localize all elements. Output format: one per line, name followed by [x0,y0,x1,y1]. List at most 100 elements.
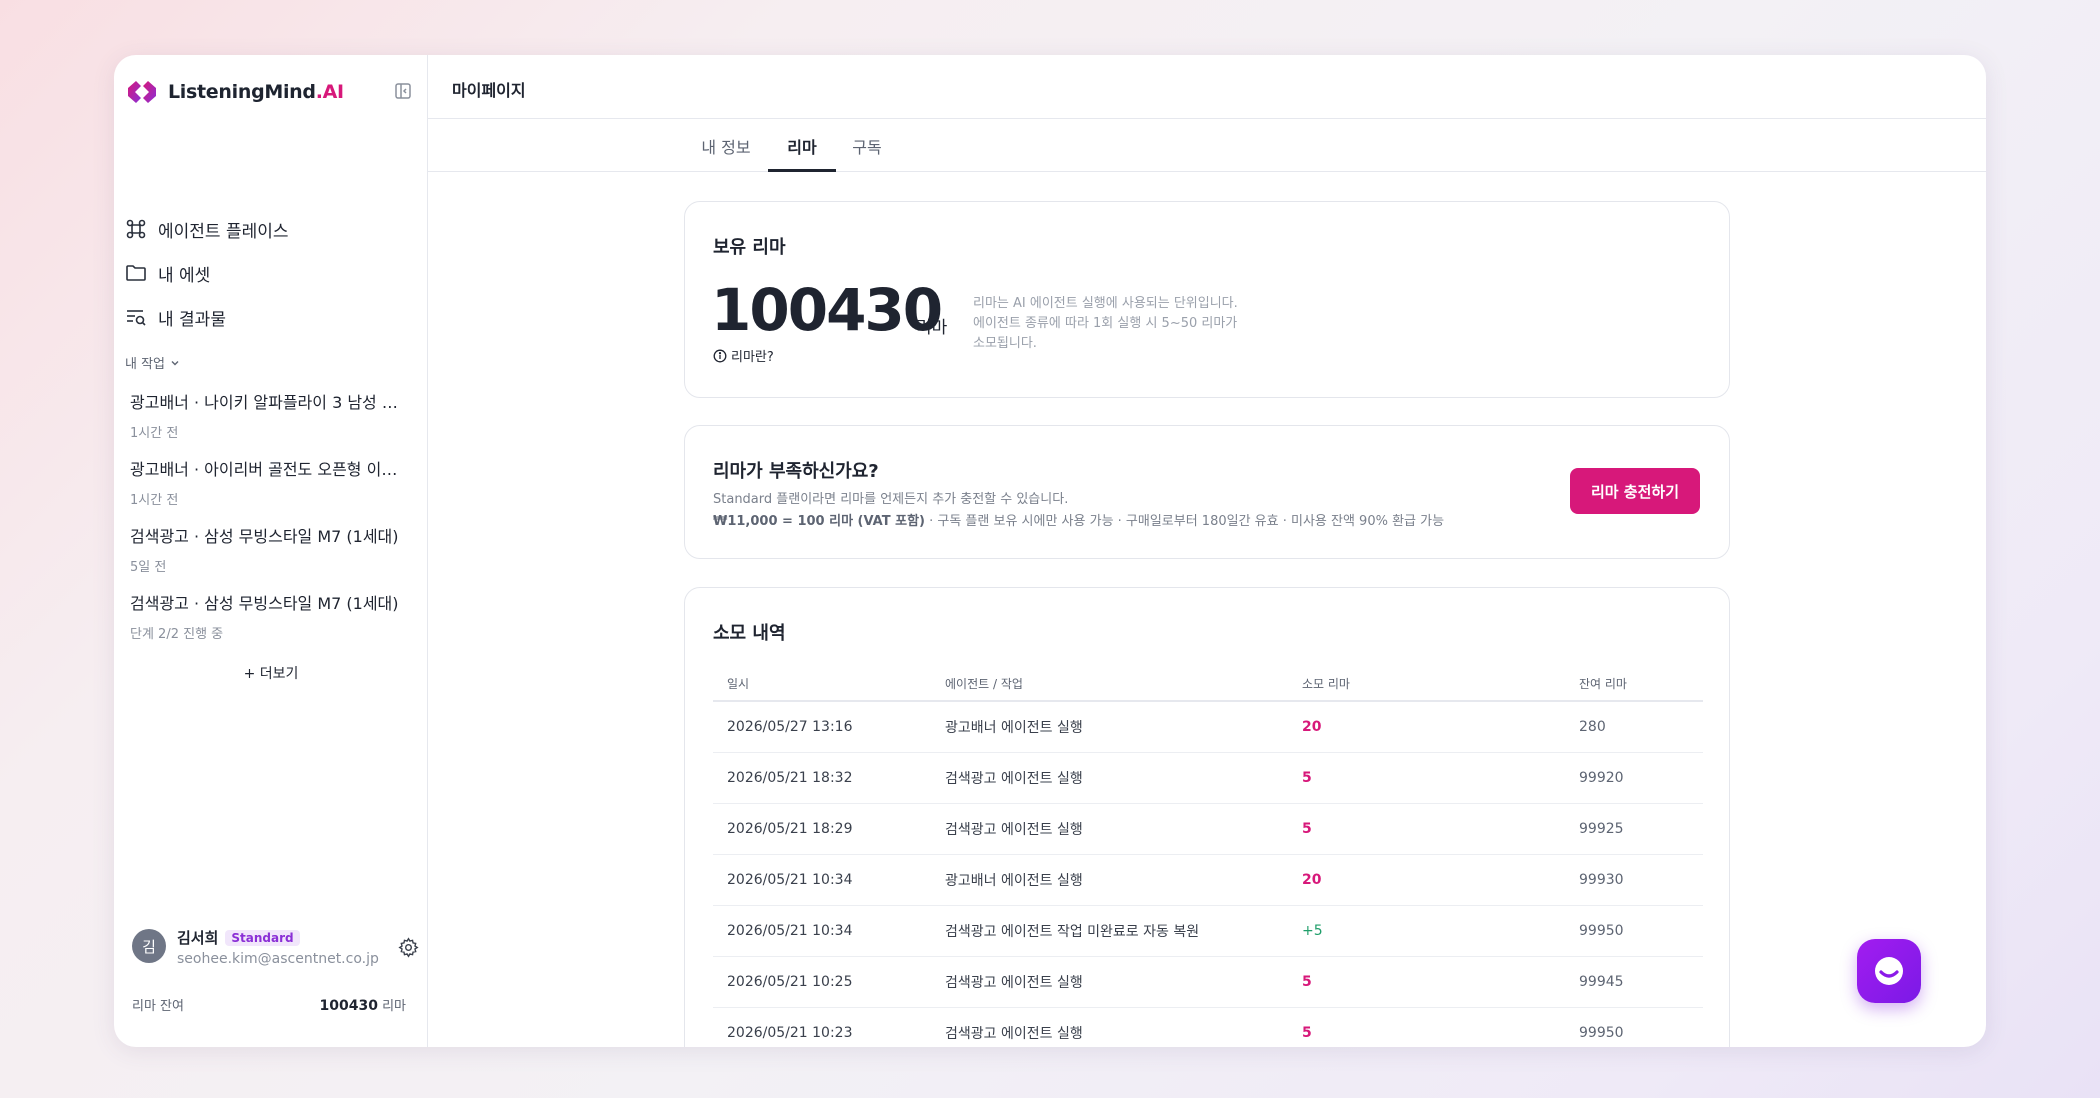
holdings-amount: 100430 [711,276,943,344]
holdings-unit: 리마 [916,318,948,338]
table-row: 2026/05/21 10:34 검색광고 에이전트 작업 미완료로 자동 복원 +… [713,905,1703,957]
folder-icon [126,265,146,281]
sidebar-item-my-assets[interactable]: 내 에셋 [125,251,289,295]
avatar[interactable]: 김 [132,929,166,963]
topup-card: 리마가 부족하신가요? Standard 플랜이라면 리마를 언제든지 추가 충… [684,425,1730,559]
cell-date: 2026/05/21 10:34 [713,854,931,906]
balance-value: 100430 [319,998,378,1014]
cell-remain: 99945 [1565,956,1703,1008]
task-title: 광고배너 · 나이키 알파플라이 3 남성 로드 레이싱화 [130,393,400,412]
charge-rima-button[interactable]: 리마 충전하기 [1570,468,1700,514]
cell-used: 5 [1288,752,1565,804]
show-more-button[interactable]: + 더보기 [114,663,428,683]
user-name-row: 김서희 Standard [177,927,300,948]
brand-ai: AI [322,81,344,103]
task-time: 단계 2/2 진행 중 [130,627,224,642]
topup-terms: · 구독 플랜 보유 시에만 사용 가능 · 구매일로부터 180일간 유효 ·… [924,514,1445,529]
info-icon [713,349,727,362]
task-time: 1시간 전 [130,426,179,441]
sidebar-item-label: 내 에셋 [158,265,211,286]
cell-task: 검색광고 에이전트 실행 [931,956,1288,1008]
cell-task: 검색광고 에이전트 작업 미완료로 자동 복원 [931,905,1288,957]
task-time: 1시간 전 [130,493,179,508]
sidebar-nav: 에이전트 플레이스 내 에셋 내 결과물 [125,207,289,339]
balance-amount: 100430 리마 [319,995,406,1014]
cell-remain: 99920 [1565,752,1703,804]
column-header-task: 에이전트 / 작업 [931,666,1288,702]
results-icon [127,310,146,326]
cell-remain: 99930 [1565,854,1703,906]
chat-button[interactable] [1857,939,1921,1003]
what-is-rima-link[interactable]: 리마란? [713,346,774,365]
history-table-body: 2026/05/27 13:16 광고배너 에이전트 실행 20 280 2026/05… [713,701,1703,1047]
topup-price: ₩11,000 = 100 리마 (VAT 포함) [713,514,925,529]
cell-task: 광고배너 에이전트 실행 [931,854,1288,906]
tab-my-info[interactable]: 내 정보 [699,134,753,172]
column-header-date: 일시 [713,666,931,702]
task-item[interactable]: 검색광고 · 삼성 무빙스타일 M7 (1세대) 5일 전 [130,523,400,590]
cell-used: +5 [1288,905,1565,957]
my-tasks-label: 내 작업 [125,357,166,372]
table-row: 2026/05/21 10:23 검색광고 에이전트 실행 5 99950 [713,1007,1703,1047]
cell-date: 2026/05/21 10:23 [713,1007,931,1047]
table-row: 2026/05/21 10:34 광고배너 에이전트 실행 20 99930 [713,854,1703,906]
cell-date: 2026/05/27 13:16 [713,701,931,753]
table-row: 2026/05/27 13:16 광고배너 에이전트 실행 20 280 [713,701,1703,753]
app-window: ListeningMind.AI 에이전트 플레이스 내 에셋 내 결과물 내 … [114,55,1986,1047]
page-title: 마이페이지 [452,81,526,100]
cell-task: 검색광고 에이전트 실행 [931,1007,1288,1047]
chevron-down-icon [171,360,179,365]
plan-badge: Standard [225,929,300,946]
history-card: 소모 내역 일시 에이전트 / 작업 소모 리마 잔여 리마 2026/05/2… [684,587,1730,1047]
cell-date: 2026/05/21 18:29 [713,803,931,855]
cell-task: 검색광고 에이전트 실행 [931,803,1288,855]
logo-mark-icon [128,81,156,103]
task-item[interactable]: 검색광고 · 삼성 무빙스타일 M7 (1세대) 단계 2/2 진행 중 [130,590,400,657]
cell-date: 2026/05/21 10:34 [713,905,931,957]
holdings-title: 보유 리마 [713,237,786,258]
topup-subtitle: Standard 플랜이라면 리마를 언제든지 추가 충전할 수 있습니다. [713,492,1069,507]
table-row: 2026/05/21 10:25 검색광고 에이전트 실행 5 99945 [713,956,1703,1008]
logo[interactable]: ListeningMind.AI [125,78,344,106]
chat-icon [1875,957,1903,985]
tab-subscription[interactable]: 구독 [850,134,884,172]
balance-unit: 리마 [382,999,406,1014]
cell-task: 광고배너 에이전트 실행 [931,701,1288,753]
history-table: 일시 에이전트 / 작업 소모 리마 잔여 리마 2026/05/27 13:1… [713,666,1703,1047]
topup-title: 리마가 부족하신가요? [713,461,879,482]
task-time: 5일 전 [130,560,167,575]
user-email: seohee.kim@ascentnet.co.jp [177,951,379,967]
sidebar-item-agent-place[interactable]: 에이전트 플레이스 [125,207,289,251]
tab-rima[interactable]: 리마 [768,134,836,172]
sidebar: ListeningMind.AI 에이전트 플레이스 내 에셋 내 결과물 내 … [114,55,428,1047]
cell-remain: 280 [1565,701,1703,753]
task-list: 광고배너 · 나이키 알파플라이 3 남성 로드 레이싱화 1시간 전 광고배너… [130,389,400,657]
gear-icon[interactable] [398,937,419,958]
task-item[interactable]: 광고배너 · 아이리버 골전도 오픈형 이어폰 1시간 전 [130,456,400,523]
table-header-row: 일시 에이전트 / 작업 소모 리마 잔여 리마 [713,666,1703,702]
sidebar-item-label: 에이전트 플레이스 [158,221,289,242]
column-header-remain: 잔여 리마 [1565,666,1703,702]
balance-row: 리마 잔여 100430 리마 [132,995,406,1014]
sidebar-item-my-results[interactable]: 내 결과물 [125,295,289,339]
history-title: 소모 내역 [713,623,786,644]
topbar: 마이페이지 [428,55,1986,119]
cell-used: 20 [1288,701,1565,753]
task-item[interactable]: 광고배너 · 나이키 알파플라이 3 남성 로드 레이싱화 1시간 전 [130,389,400,456]
holdings-card: 보유 리마 100430 리마 리마란? 리마는 AI 에이전트 실행에 사용되… [684,201,1730,398]
my-tasks-toggle[interactable]: 내 작업 [125,353,180,372]
user-name: 김서희 [177,929,219,947]
balance-label: 리마 잔여 [132,999,184,1014]
logo-text: ListeningMind.AI [168,81,344,103]
cell-remain: 99950 [1565,1007,1703,1047]
cell-remain: 99950 [1565,905,1703,957]
sidebar-collapse-icon[interactable] [394,82,412,100]
table-row: 2026/05/21 18:29 검색광고 에이전트 실행 5 99925 [713,803,1703,855]
cell-remain: 99925 [1565,803,1703,855]
cell-used: 5 [1288,956,1565,1008]
column-header-used: 소모 리마 [1288,666,1565,702]
main-content: 마이페이지 내 정보 리마 구독 보유 리마 100430 리마 리마란? 리마… [428,55,1986,1047]
table-row: 2026/05/21 18:32 검색광고 에이전트 실행 5 99920 [713,752,1703,804]
brand-dot: . [315,81,323,103]
cell-date: 2026/05/21 18:32 [713,752,931,804]
